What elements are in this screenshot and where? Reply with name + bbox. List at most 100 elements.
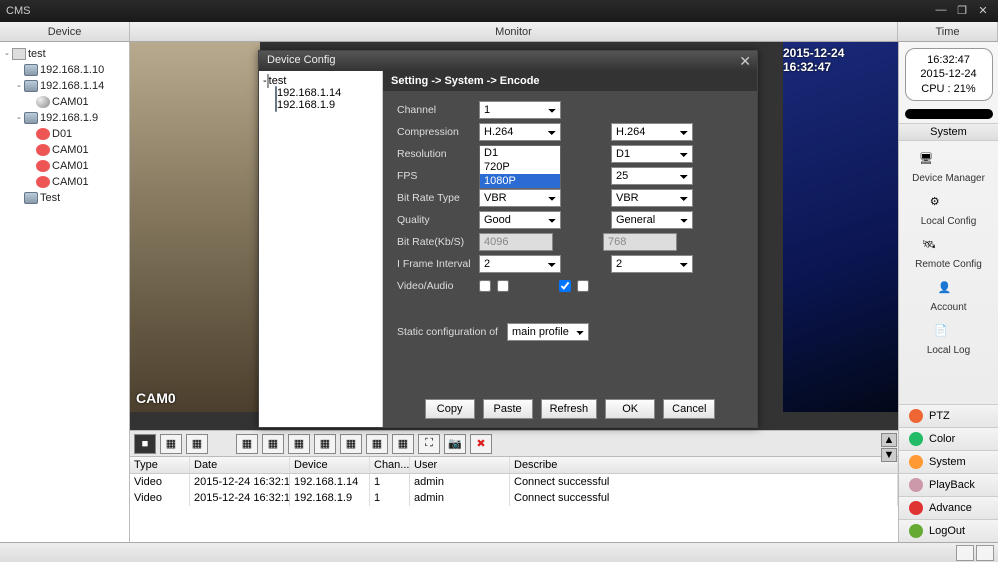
menu-advance[interactable]: Advance	[899, 496, 998, 519]
col-date[interactable]: Date	[190, 457, 290, 473]
arrow-up-icon[interactable]: ▲	[881, 433, 897, 447]
resolution-option[interactable]: 1080P	[480, 174, 560, 188]
tree-node[interactable]: -192.168.1.9	[2, 110, 127, 126]
title-bar: CMS — ❐ ✕	[0, 0, 998, 22]
tree-node[interactable]: CAM01	[2, 142, 127, 158]
tab-device[interactable]: Device	[0, 22, 130, 41]
tree-node[interactable]: -test	[2, 46, 127, 62]
device-tree[interactable]: -test192.168.1.10-192.168.1.14CAM01-192.…	[0, 42, 130, 542]
layout-6-button[interactable]: ▦	[262, 434, 284, 454]
layout-36-button[interactable]: ▦	[392, 434, 414, 454]
side-tool-account[interactable]: 👤Account	[930, 270, 966, 313]
snapshot-button[interactable]: 📷	[444, 434, 466, 454]
maximize-button[interactable]: ❐	[953, 4, 971, 18]
menu-system[interactable]: System	[899, 450, 998, 473]
video-main-checkbox[interactable]	[479, 280, 491, 292]
clock-date: 2015-12-24	[910, 67, 988, 81]
resolution-option[interactable]: D1	[480, 146, 560, 160]
tree-node[interactable]: -192.168.1.14	[2, 78, 127, 94]
menu-icon	[909, 501, 923, 515]
static-profile-select[interactable]: main profile	[507, 323, 589, 341]
quality-main-select[interactable]: Good	[479, 211, 561, 229]
copy-button[interactable]: Copy	[425, 399, 475, 419]
bitratetype-main-select[interactable]: VBR	[479, 189, 561, 207]
log-row[interactable]: Video2015-12-24 16:32:10192.168.1.91admi…	[130, 490, 898, 506]
side-tool-local-config[interactable]: ⚙Local Config	[921, 184, 977, 227]
channel-select[interactable]: 1	[479, 101, 561, 119]
layout-25-button[interactable]: ▦	[366, 434, 388, 454]
layout-8-button[interactable]: ▦	[288, 434, 310, 454]
tree-node[interactable]: CAM01	[2, 94, 127, 110]
label-bitrate: Bit Rate(Kb/S)	[397, 236, 479, 248]
minimize-button[interactable]: —	[932, 4, 950, 18]
col-user[interactable]: User	[410, 457, 510, 473]
side-tool-local-log[interactable]: 📄Local Log	[927, 313, 970, 356]
clock-time: 16:32:47	[910, 53, 988, 67]
ok-button[interactable]: OK	[605, 399, 655, 419]
menu-logout[interactable]: LogOut	[899, 519, 998, 542]
dialog-tree-node[interactable]: 192.168.1.9	[263, 99, 378, 111]
bitratetype-sub-select[interactable]: VBR	[611, 189, 693, 207]
arrow-down-icon[interactable]: ▼	[881, 448, 897, 462]
fullscreen-button[interactable]: ⛶	[418, 434, 440, 454]
layout-2x2-button[interactable]: ▦	[160, 434, 182, 454]
fps-sub-select[interactable]: 25	[611, 167, 693, 185]
close-button[interactable]: ✕	[974, 4, 992, 18]
tree-node[interactable]: 192.168.1.10	[2, 62, 127, 78]
layout-1x1-button[interactable]: ■	[134, 434, 156, 454]
side-tool-icon: 📄	[927, 319, 955, 343]
col-channel[interactable]: Chan...	[370, 457, 410, 473]
layout-9-button[interactable]: ▦	[314, 434, 336, 454]
iframe-main-select[interactable]: 2	[479, 255, 561, 273]
paste-button[interactable]: Paste	[483, 399, 533, 419]
dialog-device-tree[interactable]: -test192.168.1.14192.168.1.9	[259, 71, 383, 427]
dialog-close-icon[interactable]: ✕	[739, 53, 751, 70]
menu-icon	[909, 524, 923, 538]
video-feed-1[interactable]: CAM0	[130, 42, 260, 412]
col-type[interactable]: Type	[130, 457, 190, 473]
audio-main-checkbox[interactable]	[497, 280, 509, 292]
search-icon[interactable]	[956, 545, 974, 561]
layout-16-button[interactable]: ▦	[340, 434, 362, 454]
tree-node[interactable]: CAM01	[2, 158, 127, 174]
layout-4-button[interactable]: ▦	[236, 434, 258, 454]
label-fps: FPS	[397, 170, 479, 182]
status-bar	[0, 542, 998, 562]
side-tool-remote-config[interactable]: 🛰Remote Config	[915, 227, 982, 270]
tab-time[interactable]: Time	[898, 22, 998, 41]
feed-camera-label: CAM0	[136, 390, 176, 406]
quality-sub-select[interactable]: General	[611, 211, 693, 229]
refresh-button[interactable]: Refresh	[541, 399, 598, 419]
label-quality: Quality	[397, 214, 479, 226]
close-all-button[interactable]: ✖	[470, 434, 492, 454]
system-header: System	[899, 123, 998, 141]
right-panel: 16:32:47 2015-12-24 CPU : 21% System 🖥De…	[898, 42, 998, 542]
dialog-tree-node[interactable]: 192.168.1.14	[263, 87, 378, 99]
compression-main-select[interactable]: H.264	[479, 123, 561, 141]
col-describe[interactable]: Describe	[510, 457, 898, 473]
tree-node[interactable]: CAM01	[2, 174, 127, 190]
log-row[interactable]: Video2015-12-24 16:32:12192.168.1.141adm…	[130, 474, 898, 490]
dialog-tree-node[interactable]: -test	[263, 75, 378, 87]
resolution-option[interactable]: 720P	[480, 160, 560, 174]
resolution-dropdown-list[interactable]: D1720P1080P	[479, 145, 561, 189]
tab-monitor[interactable]: Monitor	[130, 22, 898, 41]
layout-3x3-button[interactable]: ▦	[186, 434, 208, 454]
col-device[interactable]: Device	[290, 457, 370, 473]
compression-sub-select[interactable]: H.264	[611, 123, 693, 141]
dialog-title-bar[interactable]: Device Config ✕	[259, 51, 757, 71]
tree-node[interactable]: D01	[2, 126, 127, 142]
menu-color[interactable]: Color	[899, 427, 998, 450]
scroll-arrows[interactable]: ▲ ▼	[880, 432, 898, 463]
iframe-sub-select[interactable]: 2	[611, 255, 693, 273]
resolution-sub-select[interactable]: D1	[611, 145, 693, 163]
tree-node[interactable]: Test	[2, 190, 127, 206]
cancel-button[interactable]: Cancel	[663, 399, 715, 419]
menu-ptz[interactable]: PTZ	[899, 404, 998, 427]
audio-sub-checkbox[interactable]	[577, 280, 589, 292]
video-sub-checkbox[interactable]	[559, 280, 571, 292]
refresh-icon[interactable]	[976, 545, 994, 561]
side-tool-device-manager[interactable]: 🖥Device Manager	[912, 141, 985, 184]
video-feed-2[interactable]: 2015-12-24 16:32:47	[783, 42, 898, 412]
menu-playback[interactable]: PlayBack	[899, 473, 998, 496]
